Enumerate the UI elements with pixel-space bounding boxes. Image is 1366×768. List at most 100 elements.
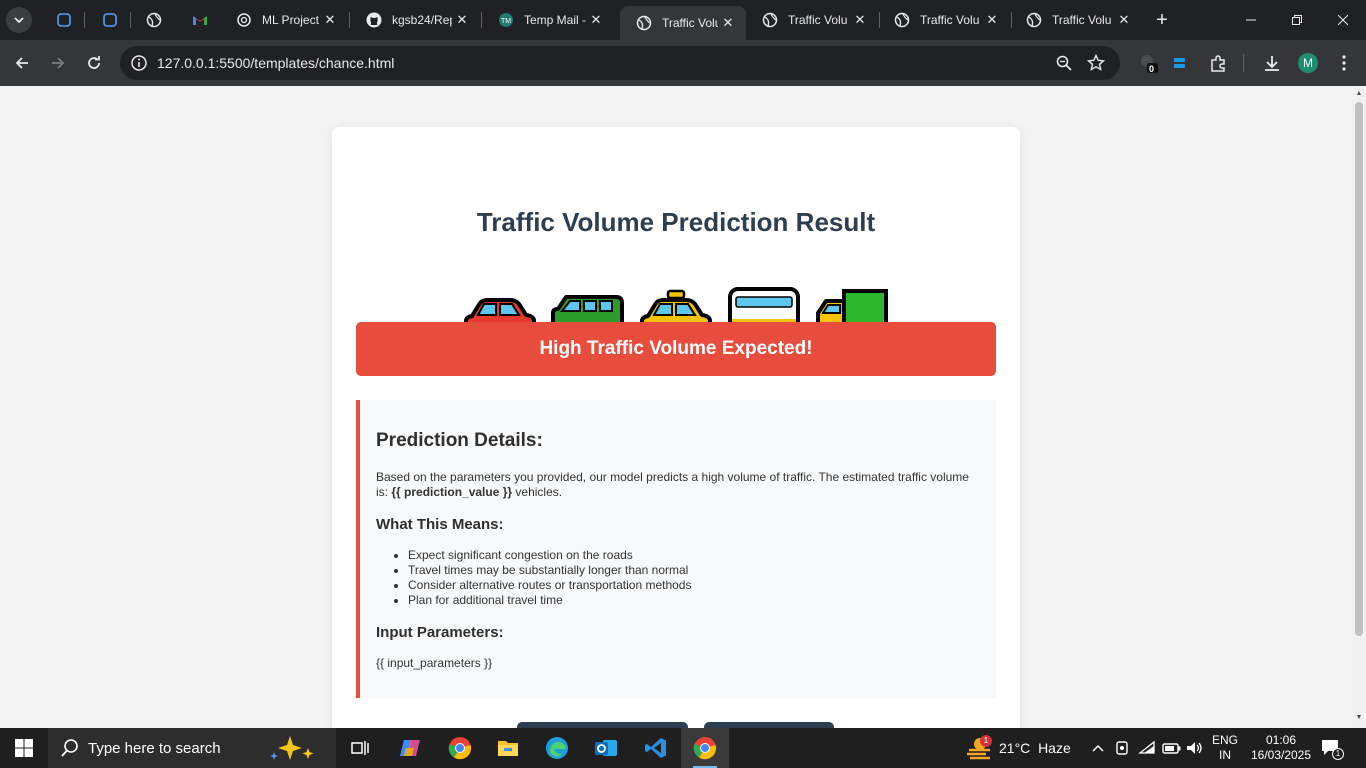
chevron-down-icon [14,17,24,24]
device-icon [1116,741,1128,755]
close-icon[interactable]: ✕ [718,13,738,33]
close-icon [1338,15,1348,25]
list-item: Plan for additional travel time [408,593,980,608]
list-item: Travel times may be substantially longer… [408,563,980,578]
vscode-app[interactable] [632,728,680,768]
tab-title: kgsb24/Rep [392,13,452,27]
tab-7-active[interactable]: Traffic Volu ✕ [620,6,746,40]
params-heading: Input Parameters: [376,624,504,641]
browser-toolbar: 127.0.0.1:5500/templates/chance.html 0 M [0,40,1366,86]
arrow-right-icon [52,57,65,69]
close-window-button[interactable] [1320,0,1366,40]
forward-button[interactable] [45,50,71,76]
means-list: Expect significant congestion on the roa… [376,548,980,608]
close-icon[interactable]: ✕ [320,10,340,30]
tab-title: ML Project [262,13,319,27]
kebab-menu-icon [1342,55,1346,71]
back-button[interactable] [9,50,35,76]
tab-title: Temp Mail - [524,13,586,27]
bookmark-star-icon[interactable] [1087,54,1105,72]
globe-icon [762,12,778,28]
task-view-icon [351,741,369,755]
tab-4[interactable]: ML Project ✕ [220,0,348,40]
chrome-app-active[interactable] [681,728,729,768]
clock-date: 16/03/2025 [1250,748,1312,762]
tab-3[interactable] [176,0,220,40]
tempmail-icon: TM [498,12,514,28]
scroll-up-icon[interactable]: ▲ [1355,90,1363,98]
volume-button[interactable] [1186,740,1204,761]
tab-1[interactable] [86,0,130,40]
outlook-icon [595,740,617,756]
close-icon[interactable]: ✕ [452,10,472,30]
tab-6[interactable]: TM Temp Mail - ✕ [482,0,614,40]
copilot-icon [400,740,420,756]
profile-avatar[interactable]: M [1298,53,1318,73]
outlook-app[interactable] [582,728,630,768]
alert-banner: High Traffic Volume Expected! [356,322,996,376]
clock-time: 01:06 [1265,733,1297,747]
browser-menu-button[interactable] [1334,53,1354,73]
chrome-icon [693,737,717,760]
page-scrollbar[interactable]: ▲ ▼ [1352,86,1366,728]
means-heading: What This Means: [376,516,504,533]
svg-text:TM: TM [501,18,511,25]
folder-icon [498,741,518,756]
tab-0[interactable] [40,0,84,40]
new-tab-button[interactable]: + [1150,8,1174,32]
scroll-down-icon[interactable]: ▼ [1355,714,1363,722]
tab-5[interactable]: kgsb24/Rep ✕ [350,0,480,40]
extensions-menu-button[interactable] [1208,53,1228,73]
globe-icon [894,12,910,28]
windows-logo-icon [15,739,33,757]
notification-center-button[interactable]: 1 [1320,738,1344,763]
details-text-after: vehicles. [512,485,563,499]
task-view-button[interactable] [336,728,384,768]
minimize-button[interactable] [1228,0,1274,40]
close-icon[interactable]: ✕ [982,10,1002,30]
start-button[interactable] [0,728,48,768]
extension-button[interactable]: 0 [1138,53,1158,74]
chrome-app[interactable] [436,728,484,768]
copilot-sparkle-icon[interactable] [270,734,326,762]
tab-9[interactable]: Traffic Volu ✕ [878,0,1010,40]
tab-10[interactable]: Traffic Volu ✕ [1010,0,1142,40]
url-text[interactable]: 127.0.0.1:5500/templates/chance.html [157,55,394,71]
puzzle-icon [1211,55,1225,72]
address-bar[interactable]: 127.0.0.1:5500/templates/chance.html [120,46,1120,80]
copilot-app[interactable] [386,728,434,768]
language-code: ENG [1212,733,1239,747]
file-explorer-app[interactable] [484,728,532,768]
downloads-button[interactable] [1262,53,1282,73]
network-button[interactable] [1138,740,1156,761]
clock[interactable]: 01:06 16/03/2025 [1250,733,1312,763]
reload-button[interactable] [81,50,107,76]
tab-search-button[interactable] [6,7,32,33]
battery-button[interactable] [1162,740,1182,761]
weather-temp: 21°C [999,740,1031,756]
extension-button-2[interactable] [1170,53,1190,73]
scrollbar-thumb[interactable] [1355,102,1363,636]
tab-2[interactable] [130,0,174,40]
restore-button[interactable] [1274,0,1320,40]
show-hidden-icons-button[interactable] [1090,740,1106,761]
meet-now-button[interactable] [1114,740,1130,761]
taskbar-search-box[interactable]: Type here to search [48,728,336,768]
site-info-icon[interactable] [130,54,148,72]
language-indicator[interactable]: ENG IN [1212,733,1238,763]
search-placeholder: Type here to search [88,740,221,757]
minimize-icon [1246,19,1256,21]
close-icon[interactable]: ✕ [586,10,606,30]
edge-app[interactable] [533,728,581,768]
edge-icon [546,737,568,759]
zoom-icon[interactable] [1055,54,1073,72]
close-icon[interactable]: ✕ [850,10,870,30]
windows-taskbar: Type here to search 1 21°C Haze ENG IN 0… [0,728,1366,768]
tab-8[interactable]: Traffic Volu ✕ [746,0,878,40]
globe-icon [636,15,652,31]
weather-widget[interactable]: 1 [966,735,992,765]
close-icon[interactable]: ✕ [1114,10,1134,30]
copilot-square-icon [56,12,72,28]
github-icon [366,12,382,28]
weather-text[interactable]: 21°C Haze [999,740,1071,756]
